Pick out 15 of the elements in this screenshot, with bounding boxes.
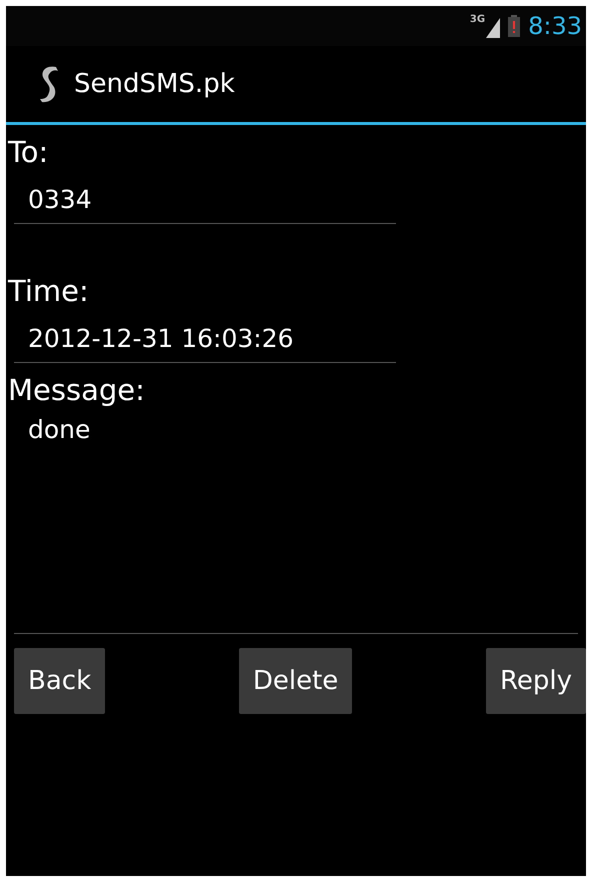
app-title: SendSMS.pk [74, 69, 235, 99]
signal-icon [486, 18, 500, 38]
text-field[interactable]: 2012-12-31 16:03:26 [14, 314, 396, 363]
message-field[interactable]: done [14, 407, 578, 634]
text-field[interactable]: 0334 [14, 175, 396, 224]
action-button[interactable]: Back [14, 648, 106, 714]
network-type: 3G [470, 14, 486, 25]
field-label: To: [6, 135, 50, 169]
field-label: Message: [7, 373, 146, 407]
action-button[interactable]: Reply [486, 648, 586, 714]
app-logo-icon [38, 65, 60, 103]
field-label: Time: [6, 274, 90, 308]
action-button[interactable]: Delete [238, 648, 352, 714]
clock: 8:33 [528, 12, 582, 40]
battery-icon [508, 15, 520, 37]
